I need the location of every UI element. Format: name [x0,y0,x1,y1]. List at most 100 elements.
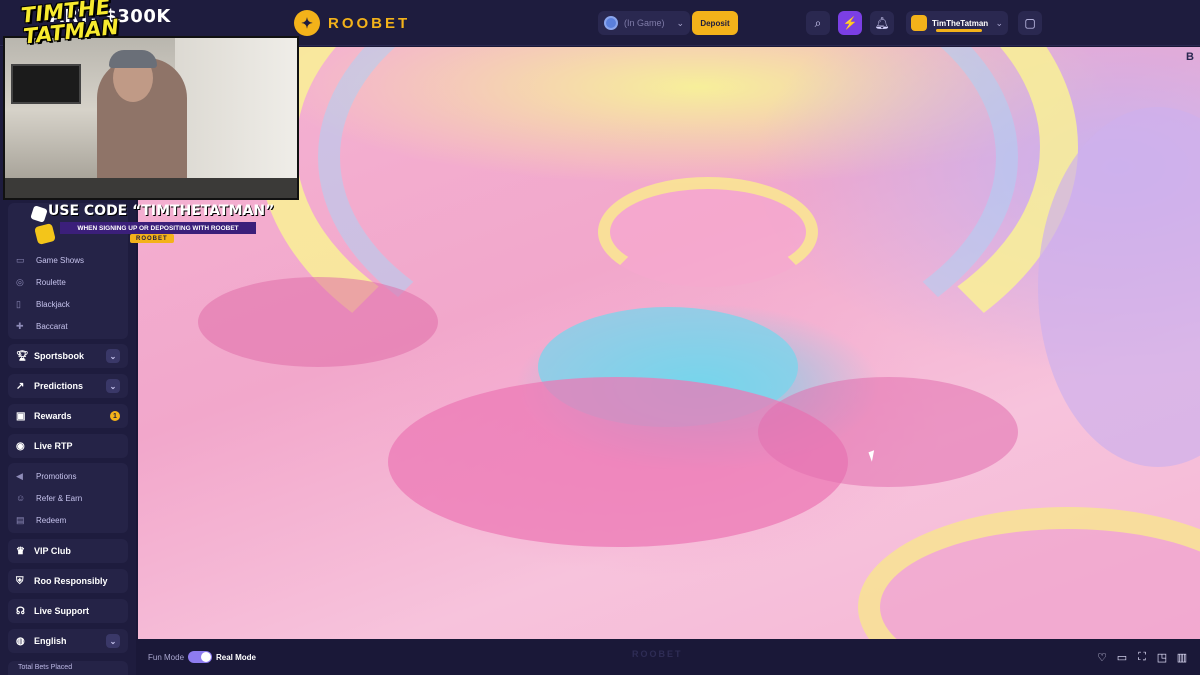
cloud-bottom [858,507,1200,639]
megaphone-icon: ◀ [16,471,23,481]
sidebar-item-label: Roulette [36,277,66,287]
total-bets-label: Total Bets Placed [8,661,128,675]
gift-icon: ▣ [16,410,26,422]
lightning-icon: ⚡ [842,16,858,30]
sidebar-item-roo-responsibly[interactable]: ⛨ Roo Responsibly [8,569,128,593]
mode-toggle[interactable] [188,651,212,663]
notifications-button[interactable]: 🔔︎ [870,11,894,35]
sidebar-item-label: Rewards [34,411,72,421]
sidebar-item-game-shows[interactable]: ▭ Game Shows [8,249,128,271]
chat-button[interactable]: ▢ [1018,11,1042,35]
promo-code-text: USE CODE “TIMTHETATMAN” [48,203,275,219]
sidebar-item-blackjack[interactable]: ▯ Blackjack [8,293,128,315]
watermark: ROOBET [632,649,683,659]
chevron-down-icon: ⌄ [106,634,120,648]
game-bottom-bar: Fun Mode Real Mode ROOBET ♡ ▭ ⛶ ◳ ▥ [138,639,1200,675]
sidebar-item-live-rtp[interactable]: ◉ Live RTP [8,434,128,458]
webcam-tv [11,64,81,104]
language-label: English [34,636,67,646]
user-menu[interactable]: TimTheTatman ⌄ [906,11,1008,35]
cloud-pink-right [758,377,1018,487]
sidebar-item-baccarat[interactable]: ✚ Baccarat [8,315,128,337]
fullscreen-icon[interactable]: ⛶ [1135,650,1149,664]
chevron-down-icon: ⌄ [106,349,120,363]
users-icon: ☺ [16,493,26,503]
balance-selector[interactable]: (In Game) ⌄ [598,11,690,35]
boost-button[interactable]: ⚡ [838,11,862,35]
search-button[interactable]: ⌕ [806,11,830,35]
headset-icon: ☊ [16,605,25,617]
app-root: B ART: $300K ✦ ROOBET (In Game) ⌄ Deposi… [0,0,1200,675]
user-xp-bar [936,29,982,32]
club-icon: ✚ [16,321,24,331]
bell-icon: 🔔︎ [874,16,890,30]
sidebar-item-label: Promotions [36,471,77,481]
sidebar-item-label: Live RTP [34,441,73,451]
deposit-button[interactable]: Deposit [692,11,738,35]
ticket-icon: ▤ [16,515,25,525]
promo-roobet-tag: ROOBET [130,234,174,243]
logo-text: ROOBET [328,14,411,32]
sidebar-item-promotions[interactable]: ◀ Promotions [8,465,128,487]
webcam-wall [175,38,297,198]
coin-icon [604,16,618,30]
sidebar-item-refer-earn[interactable]: ☺ Refer & Earn [8,487,128,509]
roobet-logo[interactable]: ✦ ROOBET [294,10,410,36]
chevron-down-icon: ⌄ [995,17,1003,28]
popout-icon[interactable]: ◳ [1155,650,1169,664]
balance-label: (In Game) [624,18,665,28]
sidebar-item-label: Blackjack [36,299,70,309]
dice-icon [34,223,56,245]
real-mode-label: Real Mode [216,653,257,662]
roobet-logo-icon: ✦ [294,10,320,36]
search-icon: ⌕ [814,15,822,30]
sidebar-item-label: Predictions [34,381,84,391]
chevron-down-icon: ⌄ [106,379,120,393]
cloud-pink-left [198,277,438,367]
sidebar-item-label: Refer & Earn [36,493,83,503]
sidebar-item-predictions[interactable]: ↗ Predictions ⌄ [8,374,128,398]
favorite-icon[interactable]: ♡ [1095,650,1109,664]
trophy-icon: 🏆︎ [16,350,29,362]
crown-icon: ♛ [16,545,25,557]
roulette-icon: ◎ [16,277,24,287]
cloud-yellow-rim [598,177,818,287]
sidebar-item-label: Roo Responsibly [34,576,108,586]
corner-label: B [1186,51,1194,63]
sidebar-item-label: Redeem [36,515,67,525]
username: TimTheTatman [932,18,989,28]
rewards-count-badge: 1 [110,411,120,421]
globe-icon: ◍ [16,635,25,647]
sidebar-item-roulette[interactable]: ◎ Roulette [8,271,128,293]
sidebar-item-label: Game Shows [36,255,85,265]
promo-subtitle: WHEN SIGNING UP OR DEPOSITING WITH ROOBE… [60,222,256,234]
promo-code-banner: USE CODE “TIMTHETATMAN” WHEN SIGNING UP … [28,203,274,245]
promotions-submenu: ◀ Promotions ☺ Refer & Earn ▤ Redeem [8,463,128,533]
theater-mode-icon[interactable]: ▭ [1115,650,1129,664]
sidebar-item-label: VIP Club [34,546,71,556]
webcam-headset [109,50,157,68]
sidebar-item-redeem[interactable]: ▤ Redeem [8,509,128,531]
toggle-knob [201,652,211,662]
stats-icon[interactable]: ▥ [1175,650,1189,664]
chart-icon: ↗ [16,380,25,392]
user-rank-icon [911,15,927,31]
language-selector[interactable]: ◍ English ⌄ [8,629,128,653]
sidebar-item-label: Sportsbook [34,351,85,361]
cards-icon: ▯ [16,299,21,309]
dice-icon [30,205,48,223]
sidebar-item-label: Live Support [34,606,90,616]
live-icon: ◉ [16,440,25,452]
tv-icon: ▭ [16,255,25,265]
streamer-webcam [3,36,299,200]
sidebar-item-label: Baccarat [36,321,68,331]
shield-icon: ⛨ [16,575,24,587]
sidebar-item-rewards[interactable]: ▣ Rewards 1 [8,404,128,428]
fun-mode-label: Fun Mode [148,653,185,662]
sidebar-item-live-support[interactable]: ☊ Live Support [8,599,128,623]
chevron-down-icon: ⌄ [676,17,684,28]
sidebar-item-sportsbook[interactable]: 🏆︎ Sportsbook ⌄ [8,344,128,368]
chat-icon: ▢ [1024,16,1036,30]
sidebar-item-vip-club[interactable]: ♛ VIP Club [8,539,128,563]
webcam-desk [5,178,297,198]
